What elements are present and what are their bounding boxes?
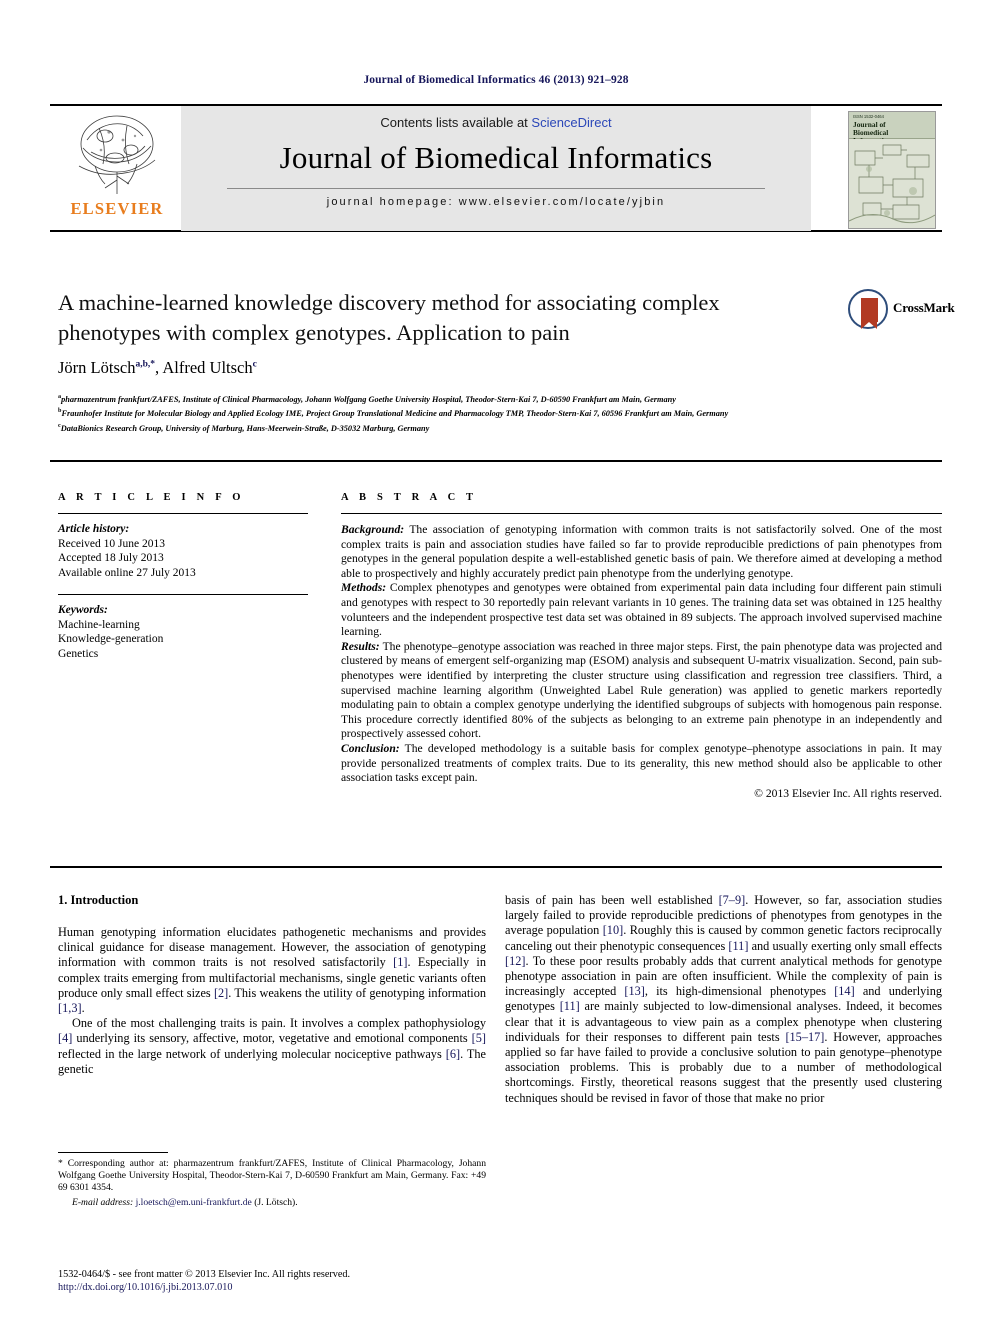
citation-ref[interactable]: [14] [834, 984, 855, 998]
affiliation-list: apharmazentrum frankfurt/ZAFES, Institut… [58, 391, 942, 434]
affiliation-item: bFraunhofer Institute for Molecular Biol… [58, 407, 729, 419]
citation-ref[interactable]: [15–17] [785, 1030, 824, 1044]
affiliation-item: cDataBionics Research Group, University … [58, 421, 430, 433]
history-item: Available online 27 July 2013 [58, 566, 196, 579]
citation-ref[interactable]: [11] [560, 999, 580, 1013]
journal-masthead: ELSEVIER Contents lists available at Sci… [50, 104, 942, 232]
citation-ref[interactable]: [1] [393, 955, 407, 969]
keyword-item: Knowledge-generation [58, 633, 164, 645]
corresponding-author-note: * Corresponding author at: pharmazentrum… [58, 1158, 486, 1194]
article-history-block: Article history: Received 10 June 2013 A… [58, 522, 308, 580]
abstract-copyright: © 2013 Elsevier Inc. All rights reserved… [754, 786, 942, 800]
abstract-section: Background: The association of genotypin… [341, 523, 942, 580]
article-info-divider [58, 513, 308, 514]
author-list: Jörn Lötscha,b,*, Alfred Ultschc [58, 358, 257, 377]
journal-title: Journal of Biomedical Informatics [279, 140, 713, 175]
paragraph: Human genotyping information elucidates … [58, 925, 486, 1016]
affiliation-marker: c [58, 421, 61, 429]
abstract-heading: A B S T R A C T [341, 492, 478, 503]
doi-link[interactable]: http://dx.doi.org/10.1016/j.jbi.2013.07.… [58, 1281, 558, 1294]
email-label: E-mail address: [72, 1196, 134, 1208]
citation-ref[interactable]: [5] [472, 1031, 486, 1045]
keywords-block: Keywords: Machine-learning Knowledge-gen… [58, 603, 308, 661]
paper-page: Journal of Biomedical Informatics 46 (20… [0, 0, 992, 1323]
history-item: Received 10 June 2013 [58, 537, 165, 550]
elsevier-tree-icon [65, 110, 169, 198]
contents-prefix: Contents lists available at [380, 115, 532, 130]
keywords-divider [58, 594, 308, 595]
journal-homepage-link[interactable]: journal homepage: www.elsevier.com/locat… [181, 196, 811, 208]
citation-ref[interactable]: [11] [728, 939, 748, 953]
abstract-section: Methods: Complex phenotypes and genotype… [341, 581, 942, 639]
section-heading-introduction: 1. Introduction [58, 893, 139, 907]
abstract-section: Results: The phenotype–genotype associat… [341, 639, 942, 741]
cover-artwork [849, 139, 935, 228]
email-link[interactable]: j.loetsch@em.uni-frankfurt.de [136, 1197, 252, 1208]
elsevier-logo: ELSEVIER [56, 110, 178, 228]
title-divider [50, 460, 942, 462]
body-column-left: 1. Introduction Human genotyping informa… [58, 893, 486, 1077]
abstract-section-label: Results: [341, 639, 380, 653]
contents-available-line: Contents lists available at ScienceDirec… [181, 106, 811, 130]
citation-ref[interactable]: [12] [505, 954, 526, 968]
history-item: Accepted 18 July 2013 [58, 552, 164, 564]
citation-ref[interactable]: [1,3] [58, 1001, 82, 1015]
article-history-label: Article history: [58, 523, 130, 535]
footer-block: 1532-0464/$ - see front matter © 2013 El… [58, 1268, 558, 1294]
body-column-right: basis of pain has been well established … [505, 893, 942, 1106]
abstract-section-label: Methods: [341, 581, 387, 595]
affiliation-item: apharmazentrum frankfurt/ZAFES, Institut… [58, 393, 676, 404]
abstract-bottom-divider [50, 866, 942, 868]
citation-ref[interactable]: [7–9] [719, 893, 746, 907]
masthead-divider [227, 188, 765, 189]
abstract-section-label: Background: [341, 523, 405, 536]
issn-line: 1532-0464/$ - see front matter © 2013 El… [58, 1269, 351, 1280]
affiliation-marker: a [58, 393, 62, 400]
keyword-item: Machine-learning [58, 618, 140, 631]
email-attribution: (J. Lötsch). [251, 1196, 298, 1208]
citation-ref[interactable]: [10] [603, 923, 624, 937]
citation-ref[interactable]: [6] [446, 1047, 460, 1061]
citation-ref[interactable]: [2] [214, 986, 228, 1000]
keyword-item: Genetics [58, 647, 99, 660]
elsevier-wordmark: ELSEVIER [70, 199, 164, 218]
paragraph: One of the most challenging traits is pa… [58, 1016, 486, 1076]
citation-ref[interactable]: [4] [58, 1031, 72, 1045]
cover-kicker: ISSN 1532-0464 [853, 114, 884, 119]
abstract-divider [341, 513, 942, 514]
crossmark-badge[interactable]: CrossMark [848, 286, 955, 332]
crossmark-circle-icon [848, 289, 888, 329]
article-info-heading: A R T I C L E I N F O [58, 492, 245, 503]
footnote-rule [58, 1152, 168, 1153]
abstract-column: A B S T R A C T Background: The associat… [341, 492, 942, 800]
running-head: Journal of Biomedical Informatics 46 (20… [363, 74, 629, 86]
journal-cover-thumbnail: ISSN 1532-0464 Journal of Biomedical Inf… [848, 111, 936, 229]
abstract-body: Background: The association of genotypin… [341, 523, 942, 786]
citation-ref[interactable]: [13] [624, 984, 645, 998]
crossmark-bookmark-icon [861, 298, 878, 329]
sciencedirect-link[interactable]: ScienceDirect [531, 115, 611, 130]
email-note: E-mail address: j.loetsch@em.uni-frankfu… [58, 1197, 486, 1209]
paragraph: basis of pain has been well established … [505, 893, 943, 1105]
page-title: A machine-learned knowledge discovery me… [58, 290, 720, 345]
abstract-section: Conclusion: The developed methodology is… [341, 741, 942, 785]
abstract-section-label: Conclusion: [341, 741, 400, 755]
footnote-block: * Corresponding author at: pharmazentrum… [58, 1152, 486, 1209]
masthead-panel: Contents lists available at ScienceDirec… [181, 106, 811, 231]
article-info-column: A R T I C L E I N F O Article history: R… [58, 492, 308, 661]
crossmark-label: CrossMark [893, 300, 955, 315]
affiliation-marker: b [58, 407, 62, 415]
keywords-label: Keywords: [58, 604, 108, 616]
